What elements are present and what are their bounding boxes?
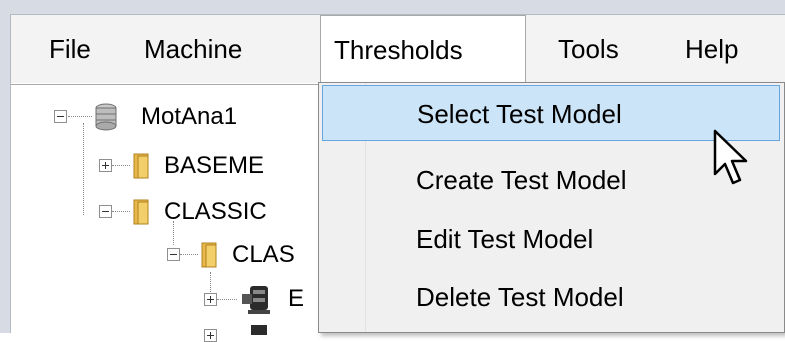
tree-connector (180, 254, 198, 255)
tree-node-label: CLASSIC (164, 198, 267, 225)
collapse-icon[interactable] (99, 205, 112, 218)
window-frame-left (0, 14, 11, 333)
expand-icon[interactable] (204, 329, 217, 342)
tree-connector (112, 165, 130, 166)
expand-icon[interactable] (204, 293, 217, 306)
expand-icon[interactable] (99, 159, 112, 172)
tree-guide-line (83, 123, 84, 215)
tree-node-label: MotAna1 (141, 103, 238, 130)
tree-connector (112, 211, 130, 212)
collapse-icon[interactable] (54, 110, 67, 123)
tree-node-label: CLAS (232, 241, 295, 268)
mouse-pointer-icon (713, 129, 748, 185)
motor-icon (242, 286, 270, 314)
tree-node-label: BASEME (164, 152, 265, 179)
menu-machine[interactable]: Machine (144, 15, 242, 83)
menu-thresholds[interactable]: Thresholds (320, 15, 526, 83)
menu-item-delete-test-model[interactable]: Delete Test Model (322, 269, 780, 325)
collapse-icon[interactable] (167, 248, 180, 261)
thresholds-dropdown: Select Test Model Create Test Model Edit… (318, 82, 785, 333)
motor-icon (251, 325, 267, 335)
folder-icon (201, 242, 217, 268)
menu-item-edit-test-model[interactable]: Edit Test Model (322, 211, 780, 267)
menu-file[interactable]: File (49, 15, 91, 83)
menu-help[interactable]: Help (685, 15, 738, 83)
folder-icon (133, 153, 149, 179)
tree-node-label: E (288, 285, 305, 312)
menu-tools[interactable]: Tools (558, 15, 619, 83)
menu-bar: File Machine Thresholds Tools Help (11, 15, 785, 83)
tree-connector (217, 299, 237, 300)
tree-connector (68, 116, 92, 117)
window-frame-top (0, 0, 785, 15)
database-icon (95, 103, 117, 131)
tree-guide-line (210, 272, 211, 292)
folder-icon (133, 199, 149, 225)
